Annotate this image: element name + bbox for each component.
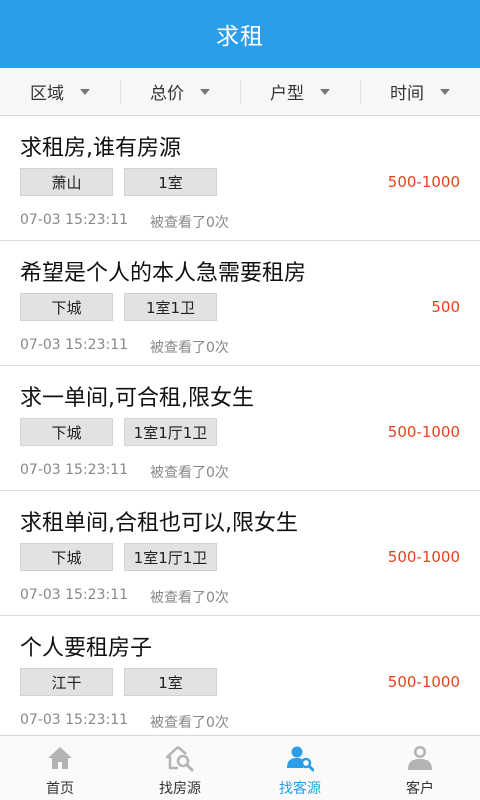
listing-title: 求租单间,合租也可以,限女生	[20, 511, 298, 536]
filter-layout[interactable]: 户型	[240, 68, 360, 115]
chevron-down-icon	[200, 88, 210, 95]
filter-time-label: 时间	[390, 84, 424, 104]
app-bar: 求租	[0, 0, 480, 68]
listing-list[interactable]: 求租房,谁有房源 萧山 1室 500-1000 07-03 15:23:11 被…	[0, 116, 480, 735]
listing-tags: 下城 1室1厅1卫	[20, 543, 228, 571]
listing-time: 07-03 15:23:11	[20, 587, 129, 603]
filter-bar: 区域 总价 户型 时间	[0, 68, 480, 116]
listing-tags: 萧山 1室	[20, 168, 228, 196]
tab-find-house-label: 找房源	[159, 781, 201, 797]
filter-area-label: 区域	[30, 84, 64, 104]
layout-tag: 1室	[124, 168, 217, 196]
layout-tag: 1室1卫	[124, 293, 217, 321]
chevron-down-icon	[80, 88, 90, 95]
listing-meta: 07-03 15:23:11 被查看了0次	[20, 212, 229, 232]
filter-price-label: 总价	[150, 84, 184, 104]
tab-customers-label: 客户	[406, 781, 434, 797]
listing-views: 被查看了0次	[150, 215, 229, 231]
listing-time: 07-03 15:23:11	[20, 337, 129, 353]
area-tag: 下城	[20, 543, 113, 571]
house-search-icon	[166, 746, 194, 772]
bottom-tab-bar: 首页 找房源 找客源 客户	[0, 735, 480, 800]
listing-price: 500-1000	[387, 423, 460, 441]
home-icon	[48, 747, 72, 769]
tab-customers[interactable]: 客户	[360, 736, 480, 800]
area-tag: 下城	[20, 418, 113, 446]
listing-meta: 07-03 15:23:11 被查看了0次	[20, 462, 229, 482]
listing-meta: 07-03 15:23:11 被查看了0次	[20, 587, 229, 607]
listing-tags: 下城 1室1卫	[20, 293, 228, 321]
tab-home-label: 首页	[46, 781, 74, 797]
tab-home[interactable]: 首页	[0, 736, 120, 800]
listing-price: 500-1000	[387, 548, 460, 566]
layout-tag: 1室1厅1卫	[124, 543, 217, 571]
layout-tag: 1室1厅1卫	[124, 418, 217, 446]
list-item[interactable]: 求租单间,合租也可以,限女生 下城 1室1厅1卫 500-1000 07-03 …	[0, 491, 480, 616]
listing-title: 个人要租房子	[20, 636, 153, 661]
listing-title: 求一单间,可合租,限女生	[20, 386, 254, 411]
area-tag: 江干	[20, 668, 113, 696]
tab-find-client[interactable]: 找客源	[240, 736, 360, 800]
listing-title: 希望是个人的本人急需要租房	[20, 261, 307, 286]
list-item[interactable]: 个人要租房子 江干 1室 500-1000 07-03 15:23:11 被查看…	[0, 616, 480, 735]
filter-time[interactable]: 时间	[360, 68, 480, 115]
list-item[interactable]: 希望是个人的本人急需要租房 下城 1室1卫 500 07-03 15:23:11…	[0, 241, 480, 366]
list-item[interactable]: 求租房,谁有房源 萧山 1室 500-1000 07-03 15:23:11 被…	[0, 116, 480, 241]
customers-icon	[408, 746, 432, 770]
listing-price: 500-1000	[387, 173, 460, 191]
listing-time: 07-03 15:23:11	[20, 712, 129, 728]
chevron-down-icon	[320, 88, 330, 95]
list-item[interactable]: 求一单间,可合租,限女生 下城 1室1厅1卫 500-1000 07-03 15…	[0, 366, 480, 491]
filter-layout-label: 户型	[270, 84, 304, 104]
listing-title: 求租房,谁有房源	[20, 136, 181, 161]
page-title: 求租	[216, 24, 264, 50]
listing-views: 被查看了0次	[150, 465, 229, 481]
listing-views: 被查看了0次	[150, 340, 229, 356]
listing-views: 被查看了0次	[150, 590, 229, 606]
listing-price: 500-1000	[387, 673, 460, 691]
listing-meta: 07-03 15:23:11 被查看了0次	[20, 337, 229, 357]
chevron-down-icon	[440, 88, 450, 95]
listing-views: 被查看了0次	[150, 715, 229, 731]
filter-area[interactable]: 区域	[0, 68, 120, 115]
tab-find-client-label: 找客源	[279, 781, 321, 797]
listing-tags: 下城 1室1厅1卫	[20, 418, 228, 446]
listing-time: 07-03 15:23:11	[20, 212, 129, 228]
listing-time: 07-03 15:23:11	[20, 462, 129, 478]
area-tag: 萧山	[20, 168, 113, 196]
filter-price[interactable]: 总价	[120, 68, 240, 115]
person-search-icon	[287, 746, 314, 772]
area-tag: 下城	[20, 293, 113, 321]
layout-tag: 1室	[124, 668, 217, 696]
listing-tags: 江干 1室	[20, 668, 228, 696]
tab-find-house[interactable]: 找房源	[120, 736, 240, 800]
listing-meta: 07-03 15:23:11 被查看了0次	[20, 712, 229, 732]
listing-price: 500	[431, 298, 460, 316]
